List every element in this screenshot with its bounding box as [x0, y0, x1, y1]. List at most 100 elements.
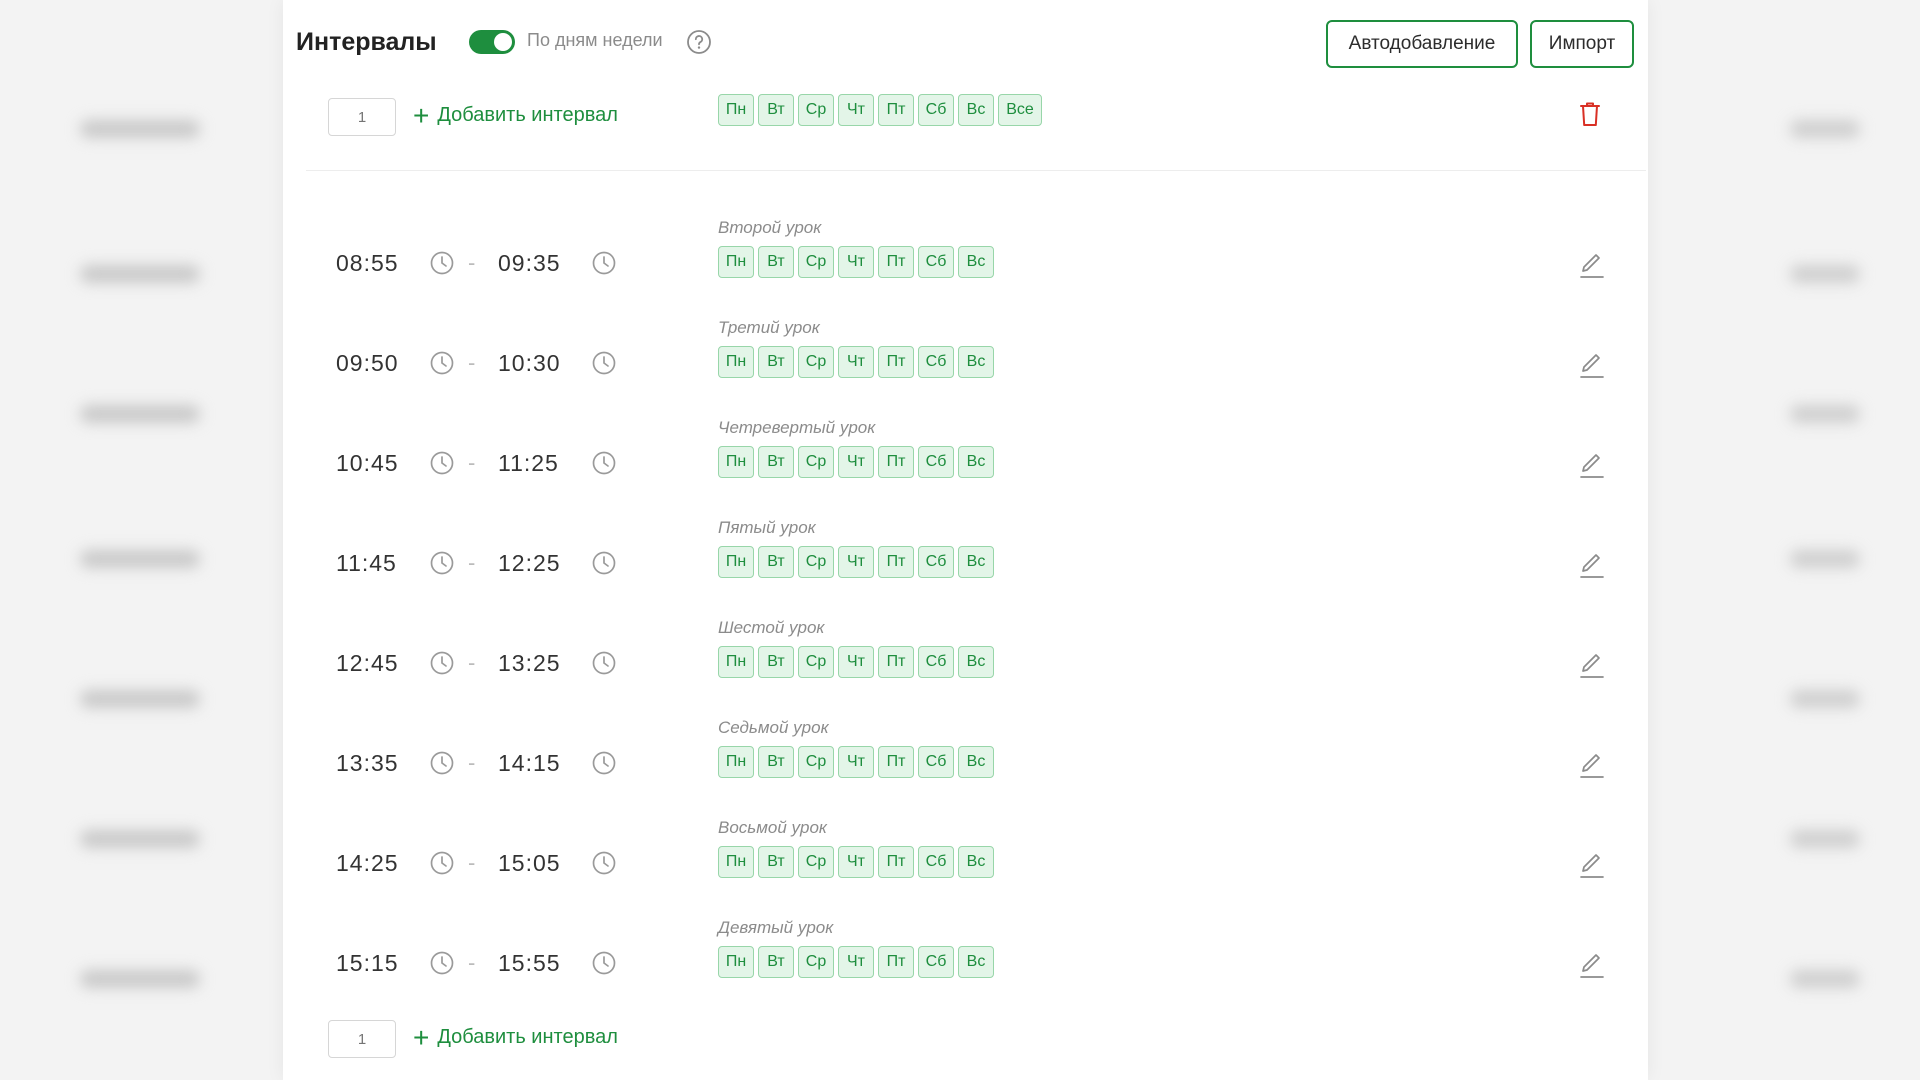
clock-icon[interactable] — [429, 250, 455, 276]
day-chip[interactable]: Пт — [878, 246, 914, 278]
day-chip[interactable]: Вс — [958, 546, 994, 578]
end-time[interactable]: 14:15 — [498, 750, 561, 777]
add-interval-button[interactable]: + Добавить интервал — [413, 102, 618, 130]
start-time[interactable]: 15:15 — [336, 950, 399, 977]
start-time[interactable]: 09:50 — [336, 350, 399, 377]
day-chip[interactable]: Чт — [838, 446, 874, 478]
start-time[interactable]: 08:55 — [336, 250, 399, 277]
day-chip[interactable]: Ср — [798, 346, 834, 378]
day-chip[interactable]: Вс — [958, 646, 994, 678]
day-chip[interactable]: Пт — [878, 346, 914, 378]
end-time[interactable]: 15:55 — [498, 950, 561, 977]
day-chip[interactable]: Чт — [838, 246, 874, 278]
start-time[interactable]: 10:45 — [336, 450, 399, 477]
day-chip[interactable]: Вс — [958, 946, 994, 978]
day-chip[interactable]: Вт — [758, 346, 794, 378]
day-chip[interactable]: Вт — [758, 446, 794, 478]
pencil-icon[interactable] — [1578, 750, 1606, 780]
day-chip[interactable]: Вс — [958, 246, 994, 278]
pencil-icon[interactable] — [1578, 250, 1606, 280]
end-time[interactable]: 09:35 — [498, 250, 561, 277]
pencil-icon[interactable] — [1578, 650, 1606, 680]
clock-icon[interactable] — [429, 350, 455, 376]
clock-icon[interactable] — [429, 550, 455, 576]
day-chip[interactable]: Вс — [958, 446, 994, 478]
day-chip[interactable]: Ср — [798, 94, 834, 126]
pencil-icon[interactable] — [1578, 350, 1606, 380]
clock-icon[interactable] — [591, 850, 617, 876]
day-chip[interactable]: Ср — [798, 246, 834, 278]
day-chip[interactable]: Вт — [758, 746, 794, 778]
day-chip[interactable]: Вт — [758, 646, 794, 678]
clock-icon[interactable] — [591, 350, 617, 376]
day-chip[interactable]: Пт — [878, 446, 914, 478]
day-chip[interactable]: Чт — [838, 646, 874, 678]
day-chip[interactable]: Вт — [758, 846, 794, 878]
end-time[interactable]: 10:30 — [498, 350, 561, 377]
day-chip[interactable]: Вт — [758, 946, 794, 978]
day-chip[interactable]: Пн — [718, 646, 754, 678]
day-chip[interactable]: Вс — [958, 846, 994, 878]
day-chip[interactable]: Сб — [918, 94, 954, 126]
weekdays-toggle[interactable] — [469, 30, 515, 54]
day-chip[interactable]: Пн — [718, 746, 754, 778]
end-time[interactable]: 13:25 — [498, 650, 561, 677]
day-chip[interactable]: Сб — [918, 546, 954, 578]
interval-count-input[interactable] — [328, 1020, 396, 1058]
clock-icon[interactable] — [429, 750, 455, 776]
day-chip[interactable]: Ср — [798, 846, 834, 878]
day-chip[interactable]: Чт — [838, 546, 874, 578]
start-time[interactable]: 12:45 — [336, 650, 399, 677]
clock-icon[interactable] — [591, 650, 617, 676]
day-chip[interactable]: Сб — [918, 346, 954, 378]
question-circle-icon[interactable] — [686, 29, 712, 55]
pencil-icon[interactable] — [1578, 950, 1606, 980]
day-chip[interactable]: Чт — [838, 746, 874, 778]
add-interval-button[interactable]: + Добавить интервал — [413, 1024, 618, 1052]
day-chip[interactable]: Пн — [718, 246, 754, 278]
auto-add-button[interactable]: Автодобавление — [1326, 20, 1518, 68]
pencil-icon[interactable] — [1578, 850, 1606, 880]
day-chip[interactable]: Сб — [918, 446, 954, 478]
day-chip[interactable]: Пт — [878, 846, 914, 878]
day-chip[interactable]: Вс — [958, 94, 994, 126]
day-chip[interactable]: Вт — [758, 246, 794, 278]
clock-icon[interactable] — [591, 750, 617, 776]
clock-icon[interactable] — [591, 250, 617, 276]
end-time[interactable]: 11:25 — [498, 450, 559, 477]
pencil-icon[interactable] — [1578, 450, 1606, 480]
day-chip[interactable]: Пт — [878, 946, 914, 978]
day-chip[interactable]: Пн — [718, 846, 754, 878]
import-button[interactable]: Импорт — [1530, 20, 1634, 68]
day-chip[interactable]: Пт — [878, 546, 914, 578]
day-chip[interactable]: Пт — [878, 646, 914, 678]
clock-icon[interactable] — [429, 850, 455, 876]
day-chip[interactable]: Пн — [718, 546, 754, 578]
start-time[interactable]: 13:35 — [336, 750, 399, 777]
day-chip[interactable]: Сб — [918, 746, 954, 778]
clock-icon[interactable] — [429, 950, 455, 976]
interval-count-input[interactable] — [328, 98, 396, 136]
day-chip[interactable]: Ср — [798, 546, 834, 578]
day-chip[interactable]: Сб — [918, 646, 954, 678]
clock-icon[interactable] — [429, 450, 455, 476]
day-chip[interactable]: Сб — [918, 246, 954, 278]
end-time[interactable]: 15:05 — [498, 850, 561, 877]
day-chip[interactable]: Сб — [918, 946, 954, 978]
pencil-icon[interactable] — [1578, 550, 1606, 580]
day-chip[interactable]: Вс — [958, 346, 994, 378]
day-chip[interactable]: Ср — [798, 946, 834, 978]
day-chip[interactable]: Чт — [838, 94, 874, 126]
day-chip[interactable]: Пн — [718, 346, 754, 378]
day-chip[interactable]: Вт — [758, 546, 794, 578]
day-chip[interactable]: Пн — [718, 94, 754, 126]
day-chip[interactable]: Чт — [838, 346, 874, 378]
day-chip[interactable]: Пн — [718, 446, 754, 478]
day-chip[interactable]: Ср — [798, 646, 834, 678]
clock-icon[interactable] — [591, 450, 617, 476]
clock-icon[interactable] — [591, 550, 617, 576]
day-chip[interactable]: Пт — [878, 746, 914, 778]
day-chip[interactable]: Пн — [718, 946, 754, 978]
day-chip[interactable]: Ср — [798, 446, 834, 478]
day-chip[interactable]: Чт — [838, 946, 874, 978]
